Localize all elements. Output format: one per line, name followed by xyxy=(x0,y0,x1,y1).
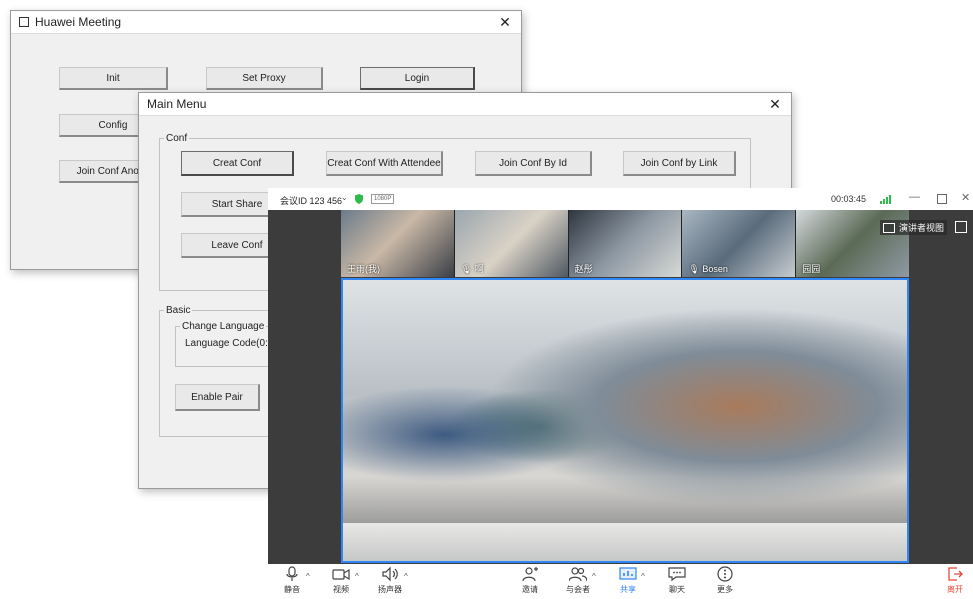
leave-button[interactable]: 离开 xyxy=(940,566,970,595)
speaker-view-button[interactable]: 演讲者视图 xyxy=(880,220,948,235)
chat-label: 聊天 xyxy=(669,585,685,594)
invite-button[interactable]: 邀请 xyxy=(510,566,550,595)
participant-name-text: Bosen xyxy=(702,264,728,274)
meeting-toolbar: 静音 ^ 视频 ^ 扬声器 ^ 邀请 与会者 ^ 共享 ^ 聊天 更多 离开 xyxy=(268,564,973,599)
participant-name: 🎙 Bosen xyxy=(688,264,728,274)
participant-name-text: 啊 xyxy=(474,264,484,274)
conf-id[interactable]: 会议ID 123 456 xyxy=(280,194,342,207)
conf-group-label: Conf xyxy=(166,133,188,144)
chevron-up-icon[interactable]: ^ xyxy=(641,572,645,581)
chevron-down-icon[interactable]: ⌄ xyxy=(341,193,348,202)
enable-pair-button[interactable]: Enable Pair xyxy=(175,384,260,411)
speaker-view-label: 演讲者视图 xyxy=(899,223,945,233)
participant-name: 园园 xyxy=(802,264,821,274)
add-person-icon xyxy=(522,567,538,582)
meeting-window: 会议ID 123 456 ⌄ 1080P 00:03:45 — ✕ 王雨(我) … xyxy=(268,188,973,599)
speaker-icon xyxy=(382,566,398,582)
leave-label: 离开 xyxy=(947,585,963,594)
meeting-timer: 00:03:45 xyxy=(831,194,867,204)
shield-icon xyxy=(355,194,363,204)
invite-label: 邀请 xyxy=(522,585,538,594)
participant-name: 🎙 啊 xyxy=(460,264,484,274)
people-icon xyxy=(569,567,587,582)
active-speaker-video[interactable] xyxy=(341,278,909,563)
conference-table xyxy=(343,523,907,561)
close-icon[interactable]: ✕ xyxy=(497,14,513,31)
grid-icon xyxy=(883,222,895,233)
exit-icon xyxy=(948,567,963,581)
creat-conf-button[interactable]: Creat Conf xyxy=(181,151,294,176)
chevron-up-icon[interactable]: ^ xyxy=(355,572,359,581)
share-label: 共享 xyxy=(620,585,636,594)
more-button[interactable]: 更多 xyxy=(705,566,745,595)
participant-tile[interactable]: 赵彤 xyxy=(568,210,683,277)
chat-button[interactable]: 聊天 xyxy=(657,566,697,595)
participants-label: 与会者 xyxy=(566,585,590,594)
minimize-icon[interactable]: — xyxy=(909,191,920,203)
fullscreen-icon[interactable] xyxy=(955,221,967,233)
signal-icon xyxy=(880,195,892,207)
maximize-icon[interactable] xyxy=(937,194,947,204)
join-conf-by-link-button[interactable]: Join Conf by Link xyxy=(623,151,736,176)
chevron-up-icon[interactable]: ^ xyxy=(592,572,596,581)
chat-icon xyxy=(668,567,686,582)
more-icon xyxy=(717,566,733,582)
close-icon[interactable]: ✕ xyxy=(767,96,783,113)
chevron-up-icon[interactable]: ^ xyxy=(306,572,310,581)
meeting-top-bar: 会议ID 123 456 ⌄ 1080P 00:03:45 — ✕ xyxy=(268,188,973,210)
microphone-icon xyxy=(286,566,298,581)
more-label: 更多 xyxy=(717,585,733,594)
basic-group-label: Basic xyxy=(166,305,191,316)
window-title: Huawei Meeting xyxy=(35,15,122,29)
participant-tile[interactable]: 🎙 Bosen xyxy=(682,210,797,277)
set-proxy-button[interactable]: Set Proxy xyxy=(206,67,323,90)
creat-conf-with-attendee-button[interactable]: Creat Conf With Attendee xyxy=(326,151,443,176)
participant-name: 王雨(我) xyxy=(347,264,380,274)
window-title: Main Menu xyxy=(147,97,207,111)
title-bar: Main Menu ✕ xyxy=(139,93,791,116)
quality-badge: 1080P xyxy=(371,194,395,204)
title-bar: Huawei Meeting ✕ xyxy=(11,11,521,34)
change-language-label: Change Language xyxy=(182,321,265,332)
join-conf-by-id-button[interactable]: Join Conf By Id xyxy=(475,151,592,176)
participant-tile[interactable]: 王雨(我) xyxy=(341,210,455,277)
participant-strip: 王雨(我) 🎙 啊 赵彤 🎙 Bosen 园园 xyxy=(341,210,909,277)
participant-name: 赵彤 xyxy=(574,264,593,274)
mute-label: 静音 xyxy=(284,585,300,594)
share-screen-icon xyxy=(619,567,637,580)
camera-icon xyxy=(332,568,350,581)
login-button[interactable]: Login xyxy=(360,67,475,90)
app-icon xyxy=(19,17,29,27)
participant-tile[interactable]: 🎙 啊 xyxy=(454,210,569,277)
close-icon[interactable]: ✕ xyxy=(961,191,970,204)
chevron-up-icon[interactable]: ^ xyxy=(404,572,408,581)
video-label: 视频 xyxy=(333,585,349,594)
speaker-label: 扬声器 xyxy=(378,585,402,594)
init-button[interactable]: Init xyxy=(59,67,168,90)
